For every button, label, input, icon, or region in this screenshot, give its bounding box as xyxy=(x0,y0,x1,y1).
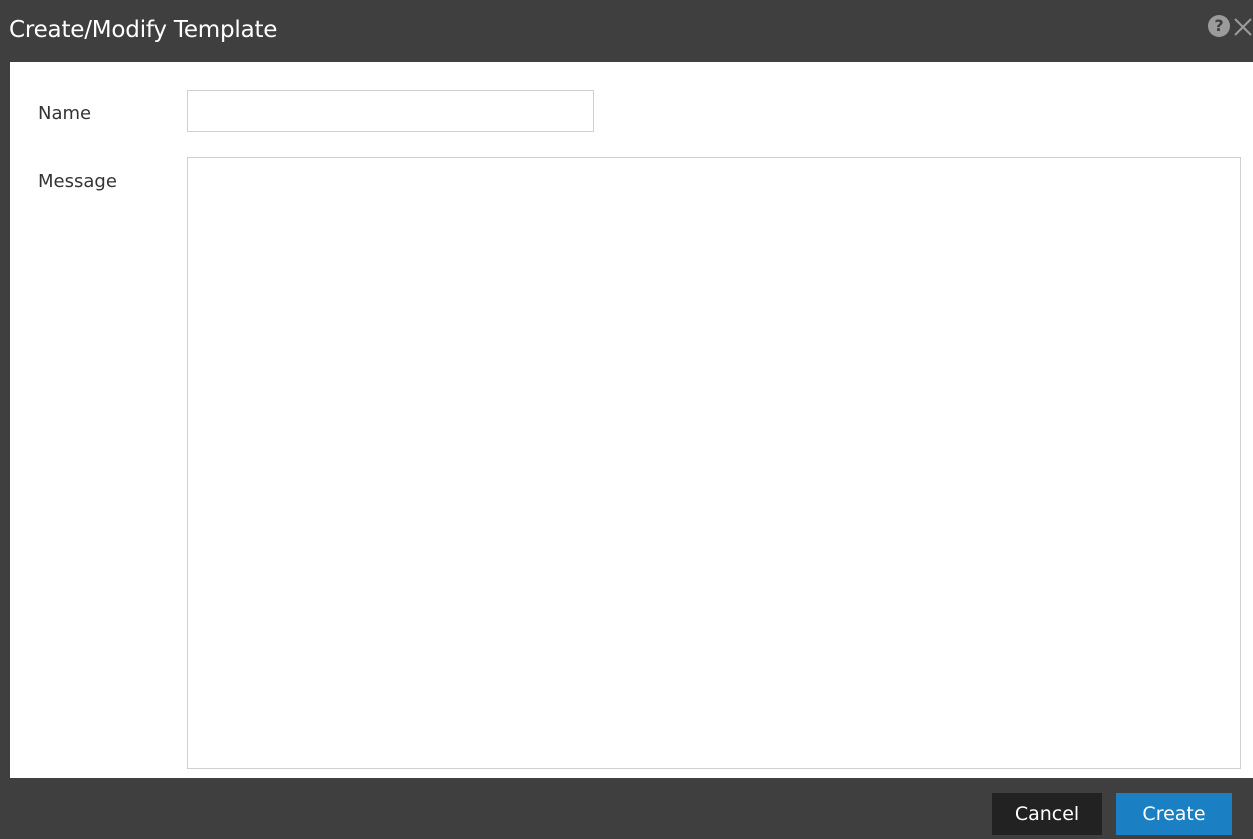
message-textarea[interactable] xyxy=(187,157,1241,769)
name-input[interactable] xyxy=(187,90,594,132)
name-label: Name xyxy=(38,103,92,124)
close-icon[interactable] xyxy=(1233,14,1253,38)
dialog-titlebar: Create/Modify Template ? xyxy=(0,0,1253,62)
titlebar-actions: ? xyxy=(1208,13,1253,39)
create-modify-template-dialog: Create/Modify Template ? Name Message Ca… xyxy=(0,0,1253,839)
dialog-title: Create/Modify Template xyxy=(9,17,278,43)
cancel-button[interactable]: Cancel xyxy=(992,793,1102,835)
dialog-footer: Cancel Create xyxy=(0,778,1253,839)
help-icon[interactable]: ? xyxy=(1208,15,1230,37)
dialog-body: Name Message xyxy=(10,62,1253,778)
message-label: Message xyxy=(38,171,117,192)
create-button[interactable]: Create xyxy=(1116,793,1232,835)
